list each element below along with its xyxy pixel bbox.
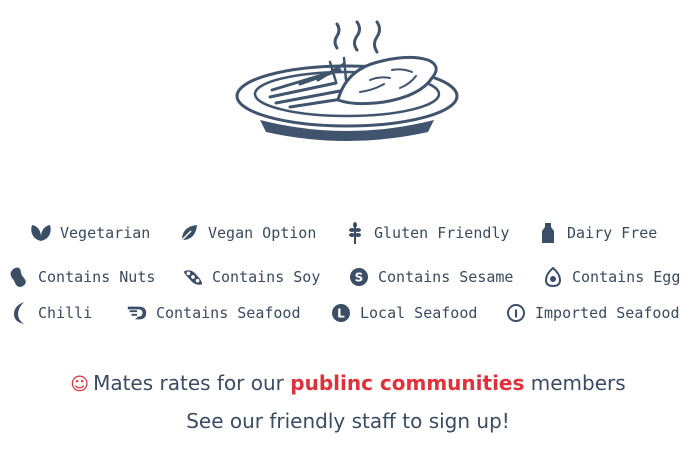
legend-item-contains-sesame: S Contains Sesame: [348, 263, 513, 291]
legend-row-1: Vegetarian Vegan Option Gluten Friendly …: [0, 219, 696, 247]
legend-row-3: Chilli Contains Seafood L Local Seafood …: [0, 299, 696, 327]
legend-label: Contains Egg: [572, 268, 681, 286]
promo-text-after: members: [530, 371, 626, 395]
legend-item-local-seafood: L Local Seafood: [330, 299, 477, 327]
legend-label: Dairy Free: [567, 224, 658, 242]
svg-text:L: L: [337, 307, 345, 321]
legend-item-chilli: Chilli: [8, 299, 92, 327]
legend-label: Contains Soy: [212, 268, 321, 286]
legend-label: Contains Nuts: [38, 268, 156, 286]
legend-item-gluten-friendly: Gluten Friendly: [344, 219, 509, 247]
bottle-icon: [537, 222, 559, 244]
promo-text-before: Mates rates for our: [93, 371, 284, 395]
legend-item-vegan-option: Vegan Option: [178, 219, 316, 247]
sesame-s-icon: S: [348, 266, 370, 288]
leaf-icon: [178, 222, 200, 244]
legend-label: Local Seafood: [360, 304, 478, 322]
promo-line-2: See our friendly staff to sign up!: [186, 409, 510, 433]
legend-label: Gluten Friendly: [374, 224, 510, 242]
promo-line-1: ☺ Mates rates for our publinc communities…: [0, 371, 696, 395]
svg-text:I: I: [514, 308, 518, 321]
legend-label: Vegetarian: [60, 224, 151, 242]
legend-item-contains-egg: Contains Egg: [542, 263, 680, 291]
legend-item-contains-nuts: Contains Nuts: [8, 263, 155, 291]
imported-i-icon: I: [505, 302, 527, 324]
brand-link[interactable]: publinc communities: [290, 371, 524, 395]
legend-label: Chilli: [38, 304, 93, 322]
shrimp-icon: [126, 302, 148, 324]
egg-icon: [542, 266, 564, 288]
legend-label: Contains Seafood: [156, 304, 301, 322]
legend-row-2: Contains Nuts Contains Soy S Contains Se…: [0, 263, 696, 291]
local-l-icon: L: [330, 302, 352, 324]
legend-label: Contains Sesame: [378, 268, 514, 286]
legend-label: Imported Seafood: [535, 304, 680, 322]
soybean-icon: [182, 266, 204, 288]
legend-item-imported-seafood: I Imported Seafood: [505, 299, 680, 327]
smiley-icon: ☺: [70, 374, 90, 395]
legend-item-vegetarian: Vegetarian: [30, 219, 150, 247]
wheat-icon: [344, 222, 366, 244]
chilli-icon: [8, 302, 30, 324]
peanut-icon: [8, 266, 30, 288]
plate-illustration: [0, 0, 696, 160]
legend-item-dairy-free: Dairy Free: [537, 219, 657, 247]
svg-text:S: S: [355, 271, 364, 285]
plate-of-fish-and-chips-icon: [235, 20, 459, 141]
leaves-icon: [30, 222, 52, 244]
legend-label: Vegan Option: [208, 224, 317, 242]
legend-item-contains-soy: Contains Soy: [182, 263, 320, 291]
legend-item-contains-seafood: Contains Seafood: [126, 299, 301, 327]
